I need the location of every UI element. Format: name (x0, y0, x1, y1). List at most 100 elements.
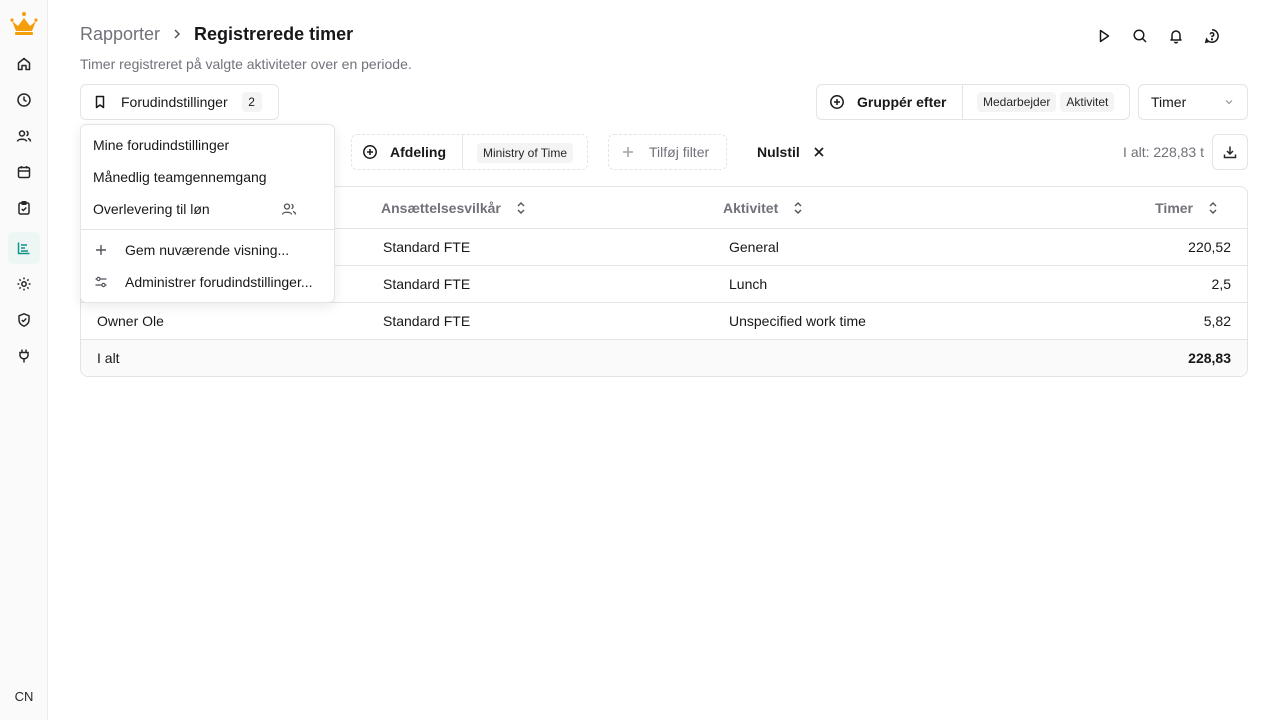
presets-label: Forudindstillinger (121, 94, 228, 110)
chart-bar-icon (17, 242, 30, 255)
notifications-button[interactable] (1166, 26, 1186, 46)
breadcrumb-parent-link[interactable]: Rapporter (80, 24, 160, 45)
sort-icon[interactable] (792, 201, 804, 215)
add-filter-button[interactable]: Tilføj filter (608, 134, 727, 170)
download-button[interactable] (1212, 134, 1248, 170)
page-subtitle: Timer registreret på valgte aktiviteter … (80, 56, 412, 72)
search-icon (1133, 29, 1147, 43)
manage-presets-menu-item[interactable]: Administrer forudindstillinger... (81, 266, 334, 298)
department-filter-main[interactable]: Afdeling (352, 135, 463, 169)
users-icon (16, 130, 32, 142)
column-header-label: Aktivitet (723, 199, 779, 216)
column-header-employment-terms[interactable]: Ansættelsesvilkår (369, 200, 715, 216)
group-by-button[interactable]: Gruppér efter Medarbejder Aktivitet (816, 84, 1130, 120)
plus-circle-icon (830, 95, 844, 109)
total-label: I alt (97, 350, 120, 366)
users-icon (281, 201, 297, 217)
manage-presets-label: Administrer forudindstillinger... (125, 274, 313, 290)
cell-hours: 5,82 (1203, 313, 1231, 329)
cell-activity: General (729, 239, 779, 255)
sidebar-item-reports[interactable] (8, 232, 40, 264)
department-filter-values: Ministry of Time (463, 143, 574, 163)
page-title: Registrerede timer (194, 23, 354, 44)
column-header-label: Ansættelsesvilkår (381, 199, 501, 216)
total-hours: 228,83 (1188, 350, 1231, 366)
play-icon (1099, 29, 1110, 43)
preset-label: Månedlig teamgennemgang (93, 169, 267, 185)
group-chip-activity: Aktivitet (1060, 92, 1115, 112)
bell-icon (1170, 30, 1182, 44)
shield-check-icon (18, 313, 30, 327)
sidebar: CN (0, 0, 48, 720)
table-total-row: I alt 228,83 (81, 339, 1247, 376)
sidebar-item-approvals[interactable] (8, 192, 40, 224)
breadcrumb: Rapporter Registrerede timer (80, 22, 353, 46)
presets-heading: Mine forudindstillinger (93, 137, 230, 153)
sliders-icon (93, 275, 109, 289)
plug-icon (19, 349, 29, 363)
crown-icon (10, 12, 38, 35)
sidebar-item-employees[interactable] (8, 120, 40, 152)
column-header-hours[interactable]: Timer (1061, 200, 1247, 216)
sidebar-item-time[interactable] (8, 84, 40, 116)
presets-button[interactable]: Forudindstillinger 2 (80, 84, 279, 120)
plus-icon (93, 244, 109, 256)
preset-item-monthly-review[interactable]: Månedlig teamgennemgang (81, 161, 334, 193)
home-icon (17, 57, 31, 71)
sidebar-item-integrations[interactable] (8, 340, 40, 372)
unit-select-value: Timer (1151, 94, 1187, 110)
cell-employment-terms: Standard FTE (383, 239, 471, 255)
preset-item-payroll-handover[interactable]: Overlevering til løn (81, 193, 334, 225)
sidebar-item-settings[interactable] (8, 268, 40, 300)
crown-logo[interactable] (8, 10, 40, 40)
preset-label: Overlevering til løn (93, 201, 210, 217)
group-by-label: Gruppér efter (857, 94, 947, 110)
total-hours-label: I alt: 228,83 t (1123, 144, 1204, 160)
presets-dropdown: Mine forudindstillinger Månedlig teamgen… (80, 124, 335, 303)
department-chip: Ministry of Time (477, 143, 574, 163)
gear-icon (17, 277, 31, 291)
group-by-main[interactable]: Gruppér efter (817, 85, 963, 119)
department-filter[interactable]: Afdeling Ministry of Time (351, 134, 588, 170)
cell-employment-terms: Standard FTE (383, 276, 471, 292)
bookmark-icon (95, 95, 105, 109)
plus-icon (623, 147, 633, 157)
group-by-chips: Medarbejder Aktivitet (963, 92, 1115, 112)
cell-employee: Owner Ole (97, 313, 164, 329)
add-filter-label: Tilføj filter (649, 144, 710, 160)
sort-icon[interactable] (1207, 201, 1219, 215)
sidebar-item-security[interactable] (8, 304, 40, 336)
calendar-icon (17, 166, 31, 179)
close-icon (812, 145, 826, 159)
sort-icon[interactable] (515, 201, 527, 215)
department-filter-label: Afdeling (390, 144, 446, 160)
reset-label: Nulstil (757, 144, 800, 160)
sidebar-item-calendar[interactable] (8, 156, 40, 188)
avatar[interactable]: CN (8, 680, 40, 712)
column-header-activity[interactable]: Aktivitet (715, 200, 1061, 216)
plus-circle-icon (363, 145, 377, 159)
clock-icon (17, 93, 31, 107)
cell-activity: Lunch (729, 276, 768, 292)
chevron-down-icon (1225, 100, 1233, 105)
cell-hours: 2,5 (1211, 276, 1231, 292)
cell-hours: 220,52 (1188, 239, 1231, 255)
reset-button[interactable]: Nulstil (757, 134, 826, 170)
chevron-right-icon (170, 27, 184, 41)
clipboard-check-icon (18, 201, 30, 215)
save-view-label: Gem nuværende visning... (125, 242, 290, 258)
cell-activity: Unspecified work time (729, 313, 866, 329)
help-circle-icon (1204, 29, 1219, 44)
download-icon (1223, 146, 1237, 159)
help-button[interactable] (1202, 26, 1222, 46)
table-row[interactable]: Owner Ole Standard FTE Unspecified work … (81, 302, 1247, 339)
group-chip-employee: Medarbejder (977, 92, 1057, 112)
search-button[interactable] (1130, 26, 1150, 46)
save-view-menu-item[interactable]: Gem nuværende visning... (81, 234, 334, 266)
cell-employment-terms: Standard FTE (383, 313, 471, 329)
header-actions (1094, 26, 1222, 46)
divider (81, 229, 334, 230)
sidebar-item-home[interactable] (8, 48, 40, 80)
play-button[interactable] (1094, 26, 1114, 46)
unit-select[interactable]: Timer (1138, 84, 1248, 120)
